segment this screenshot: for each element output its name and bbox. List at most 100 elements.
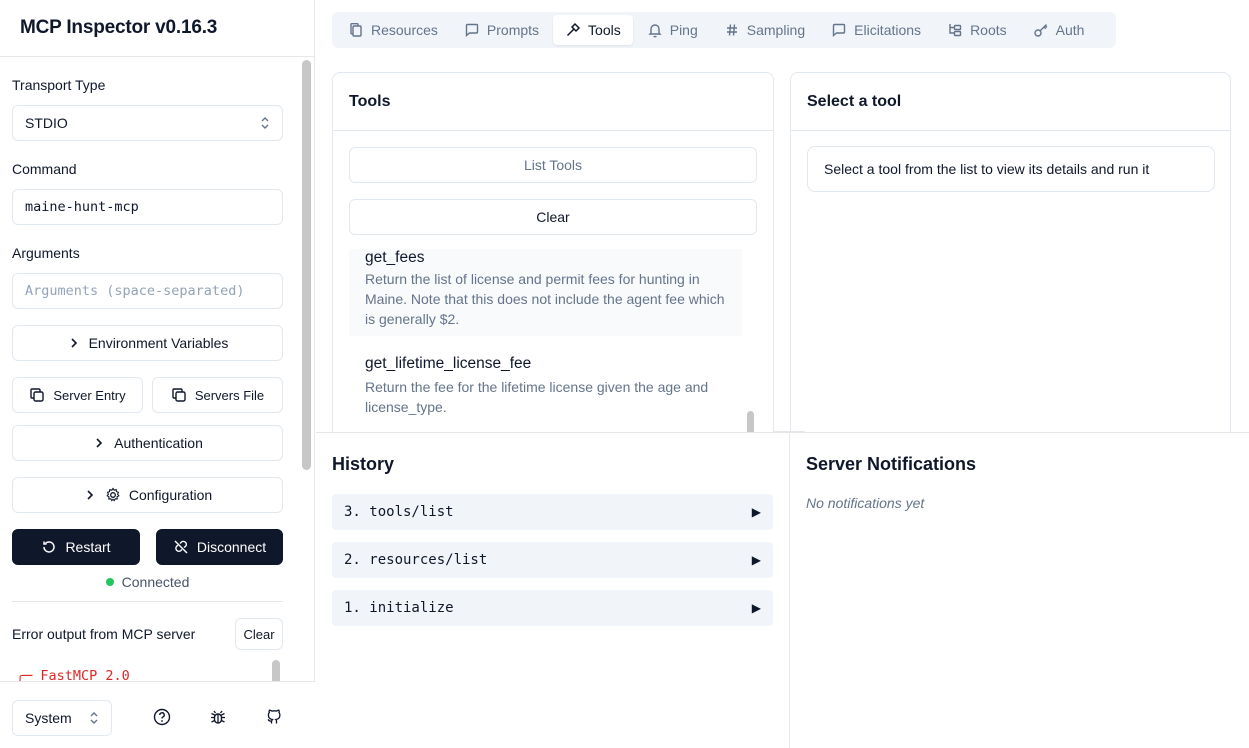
bottom-panel: History 3. tools/list ▶ 2. resources/lis… bbox=[316, 432, 1249, 748]
configuration-label: Configuration bbox=[128, 487, 213, 503]
tab-sampling-label: Sampling bbox=[746, 22, 806, 38]
folder-tree-icon bbox=[949, 24, 962, 37]
key-icon bbox=[1033, 24, 1048, 37]
unplug-icon bbox=[174, 540, 188, 554]
chevron-up-down-icon bbox=[260, 116, 270, 130]
hash-icon bbox=[726, 24, 737, 36]
main-tabs: Resources Prompts Tools Ping Sampling El… bbox=[332, 12, 1116, 48]
servers-file-button[interactable]: Servers File bbox=[152, 377, 283, 413]
tab-resources[interactable]: Resources bbox=[336, 15, 450, 45]
command-label: Command bbox=[12, 161, 77, 177]
tab-prompts-label: Prompts bbox=[486, 22, 540, 38]
tab-ping-label: Ping bbox=[669, 22, 698, 38]
tab-tools-label: Tools bbox=[588, 22, 621, 38]
expand-arrow-icon: ▶ bbox=[751, 505, 761, 519]
copy-icon bbox=[172, 388, 186, 402]
command-input[interactable]: maine-hunt-mcp bbox=[12, 189, 283, 225]
bug-icon[interactable] bbox=[207, 706, 229, 728]
sidebar: MCP Inspector v0.16.3 Transport Type STD… bbox=[0, 0, 315, 748]
history-item-label: 3. tools/list bbox=[344, 504, 454, 520]
tools-panel: Tools List Tools Clear get_fees Return t… bbox=[332, 72, 774, 452]
tool-detail-title: Select a tool bbox=[791, 73, 1230, 131]
help-icon[interactable] bbox=[151, 706, 173, 728]
sidebar-scrollbar[interactable] bbox=[302, 60, 311, 470]
tool-detail-message: Select a tool from the list to view its … bbox=[807, 146, 1215, 192]
tool-description: Return the fee for the lifetime license … bbox=[365, 379, 709, 415]
copy-icon bbox=[30, 388, 45, 402]
restart-icon bbox=[43, 541, 56, 553]
tab-prompts[interactable]: Prompts bbox=[452, 15, 551, 45]
server-entry-button[interactable]: Server Entry bbox=[12, 377, 143, 413]
transport-type-value: STDIO bbox=[25, 115, 68, 131]
history-title: History bbox=[332, 454, 395, 474]
restart-label: Restart bbox=[65, 539, 111, 555]
connection-status: Connected bbox=[12, 574, 283, 590]
tab-elicitations[interactable]: Elicitations bbox=[819, 15, 933, 45]
sidebar-footer: System bbox=[0, 681, 315, 748]
list-tools-button[interactable]: List Tools bbox=[349, 147, 757, 183]
tool-detail-panel: Select a tool Select a tool from the lis… bbox=[790, 72, 1231, 452]
servers-file-label: Servers File bbox=[194, 387, 265, 403]
chevron-right-icon bbox=[87, 490, 93, 500]
transport-type-select[interactable]: STDIO bbox=[12, 105, 283, 141]
tool-item-get-fees[interactable]: get_fees Return the list of license and … bbox=[349, 249, 742, 336]
github-icon[interactable] bbox=[263, 706, 285, 728]
chevron-right-icon bbox=[96, 438, 103, 448]
expand-arrow-icon: ▶ bbox=[751, 601, 761, 615]
clear-tools-button[interactable]: Clear bbox=[349, 199, 757, 235]
history-item-label: 2. resources/list bbox=[344, 552, 488, 568]
theme-value: System bbox=[25, 710, 72, 726]
expand-arrow-icon: ▶ bbox=[751, 553, 761, 567]
environment-variables-button[interactable]: Environment Variables bbox=[12, 325, 283, 361]
error-output-title: Error output from MCP server bbox=[12, 626, 196, 642]
app-title: MCP Inspector v0.16.3 bbox=[20, 17, 218, 38]
chevron-up-down-icon bbox=[89, 711, 99, 725]
tool-item-get-lifetime-license-fee[interactable]: get_lifetime_license_fee Return the fee … bbox=[349, 355, 742, 425]
authentication-label: Authentication bbox=[114, 435, 203, 451]
status-dot-icon bbox=[105, 578, 114, 586]
configuration-button[interactable]: Configuration bbox=[12, 477, 283, 513]
restart-button[interactable]: Restart bbox=[12, 529, 140, 565]
files-icon bbox=[350, 23, 362, 37]
tool-description: Return the list of license and permit fe… bbox=[365, 271, 725, 327]
gear-icon bbox=[106, 487, 120, 502]
tools-panel-title: Tools bbox=[333, 73, 773, 131]
theme-select[interactable]: System bbox=[12, 700, 112, 736]
environment-variables-label: Environment Variables bbox=[88, 335, 229, 351]
tool-name: get_lifetime_license_fee bbox=[365, 355, 532, 372]
authentication-button[interactable]: Authentication bbox=[12, 425, 283, 461]
history-item[interactable]: 1. initialize ▶ bbox=[332, 590, 773, 626]
bell-icon bbox=[648, 24, 662, 38]
tab-sampling[interactable]: Sampling bbox=[712, 15, 817, 45]
history-item[interactable]: 3. tools/list ▶ bbox=[332, 494, 773, 530]
disconnect-label: Disconnect bbox=[196, 539, 267, 555]
connection-status-text: Connected bbox=[121, 574, 190, 590]
arguments-input[interactable]: Arguments (space-separated) bbox=[12, 273, 283, 309]
hammer-icon bbox=[567, 22, 581, 37]
server-notifications-title: Server Notifications bbox=[806, 454, 977, 474]
tab-roots[interactable]: Roots bbox=[935, 15, 1019, 45]
tab-elicitations-label: Elicitations bbox=[854, 22, 922, 38]
no-notifications-text: No notifications yet bbox=[806, 495, 925, 511]
chevron-right-icon bbox=[71, 338, 77, 348]
tab-auth[interactable]: Auth bbox=[1021, 15, 1097, 45]
tab-auth-label: Auth bbox=[1055, 22, 1085, 38]
sidebar-header: MCP Inspector v0.16.3 bbox=[0, 0, 314, 57]
transport-type-label: Transport Type bbox=[12, 77, 106, 93]
tab-resources-label: Resources bbox=[371, 22, 438, 38]
arguments-label: Arguments bbox=[12, 245, 80, 261]
error-clear-button[interactable]: Clear bbox=[235, 618, 283, 650]
disconnect-button[interactable]: Disconnect bbox=[156, 529, 283, 565]
history-item[interactable]: 2. resources/list ▶ bbox=[332, 542, 773, 578]
tab-ping[interactable]: Ping bbox=[635, 15, 710, 45]
message-icon bbox=[832, 23, 846, 37]
server-entry-label: Server Entry bbox=[53, 387, 126, 403]
tab-roots-label: Roots bbox=[970, 22, 1007, 38]
bottom-divider bbox=[789, 433, 790, 748]
tab-tools[interactable]: Tools bbox=[553, 15, 633, 45]
message-icon bbox=[465, 23, 479, 37]
sidebar-divider bbox=[12, 601, 283, 602]
history-item-label: 1. initialize bbox=[344, 600, 454, 616]
sidebar-scroll-area: Transport Type STDIO Command maine-hunt-… bbox=[0, 57, 300, 681]
tool-name: get_fees bbox=[365, 249, 425, 266]
